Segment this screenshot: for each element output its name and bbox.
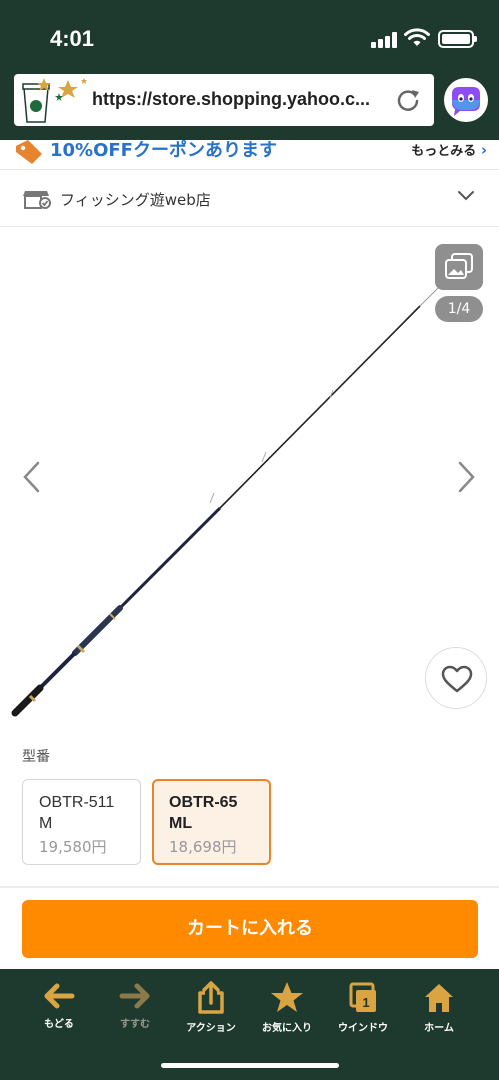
browser-chrome: 4:01 https://store.shopping.yahoo.c... [0,0,499,140]
toolbar-label: すすむ [120,1019,150,1030]
product-image-gallery[interactable]: 1/4 [0,228,499,733]
cellular-signal-icon [371,32,399,48]
store-row[interactable]: フィッシング遊web店 [0,170,499,227]
see-more-link[interactable]: もっとみる › [411,140,487,159]
toolbar-label: ウインドウ [338,1023,388,1034]
toolbar-label: もどる [44,1019,74,1030]
address-bar[interactable]: https://store.shopping.yahoo.c... [14,74,434,126]
coupon-banner[interactable]: 10%OFFクーポンあります もっとみる › [0,140,499,170]
images-icon [445,253,473,279]
store-name: フィッシング遊web店 [60,191,211,209]
face-bubble-icon[interactable] [444,78,488,122]
share-icon [198,981,224,1014]
add-to-cart-button[interactable]: カートに入れる [22,900,478,958]
variant-code: OBTR-511 M [39,794,115,832]
favorite-button[interactable] [425,647,487,709]
heart-icon [441,665,473,693]
favorites-button[interactable]: お気に入り [249,981,325,1037]
store-icon [23,191,51,209]
battery-icon [438,30,477,48]
url-text: https://store.shopping.yahoo.c... [92,89,371,109]
toolbar-label: アクション [186,1023,236,1034]
toolbar-label: お気に入り [262,1023,312,1034]
back-arrow-icon [44,983,75,1009]
chevron-down-icon[interactable] [457,190,475,202]
image-list-button[interactable] [435,244,483,290]
toolbar-label: ホーム [424,1023,454,1034]
windows-button[interactable]: 1 ウインドウ [325,981,401,1037]
home-button[interactable]: ホーム [401,981,477,1037]
forward-arrow-icon [119,983,150,1009]
variant-code: OBTR-65 ML [169,794,238,832]
coupon-tag-icon [16,140,42,164]
browser-logo-icon [22,78,87,123]
coupon-text: 10%OFFクーポンあります [50,140,277,161]
forward-button[interactable]: すすむ [97,981,173,1037]
chevron-left-icon[interactable] [20,460,42,494]
windows-icon: 1 [349,982,376,1012]
variant-label: 型番 [22,749,50,765]
variant-price: 18,698円 [169,838,237,856]
divider [0,886,499,888]
variant-option[interactable]: OBTR-511 M 19,580円 [22,779,141,865]
home-indicator[interactable] [161,1063,339,1068]
variant-price: 19,580円 [39,838,107,856]
chevron-right-icon[interactable] [456,460,478,494]
reload-icon[interactable] [394,86,422,114]
star-icon [271,982,303,1012]
action-button[interactable]: アクション [173,981,249,1037]
wifi-icon [404,28,430,46]
variant-option-selected[interactable]: OBTR-65 ML 18,698円 [152,779,271,865]
fishing-rod-image [11,285,441,717]
status-time: 4:01 [50,26,95,51]
window-count-badge: 1 [362,995,369,1010]
back-button[interactable]: もどる [21,981,97,1037]
chevron-right-icon: › [480,141,487,159]
home-icon [425,984,453,1012]
image-counter: 1/4 [435,296,483,322]
